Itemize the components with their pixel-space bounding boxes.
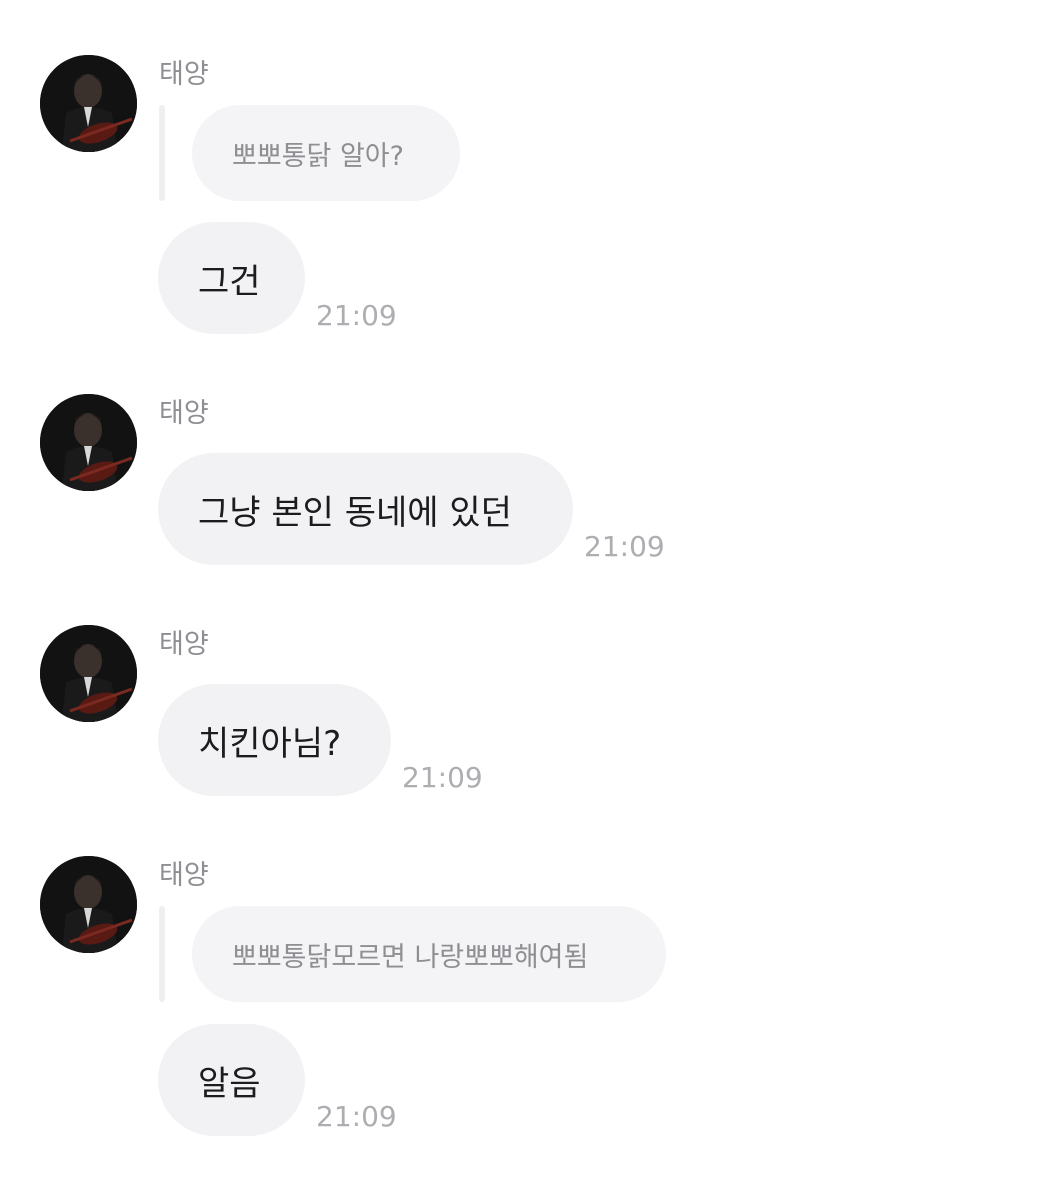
profile-photo-icon [40,55,137,152]
message-time: 21:09 [316,299,397,332]
avatar[interactable] [40,625,137,722]
quote-bar [159,906,165,1002]
message-group: 태양 그냥 본인 동네에 있던 21:09 [0,394,1057,574]
avatar[interactable] [40,856,137,953]
message-bubble[interactable]: 치킨아님? [158,684,391,796]
sender-name: 태양 [159,398,209,429]
avatar[interactable] [40,394,137,491]
profile-photo-icon [40,394,137,491]
message-group: 태양 뽀뽀통닭모르면 나랑뽀뽀해여됨 알음 21:09 [0,856,1057,1146]
message-group: 태양 치킨아님? 21:09 [0,625,1057,805]
message-bubble[interactable]: 알음 [158,1024,305,1136]
profile-photo-icon [40,856,137,953]
quoted-message[interactable]: 뽀뽀통닭모르면 나랑뽀뽀해여됨 [192,906,666,1002]
sender-name: 태양 [159,629,209,660]
quoted-message[interactable]: 뽀뽀통닭 알아? [192,105,460,201]
message-bubble[interactable]: 그건 [158,222,305,334]
profile-photo-icon [40,625,137,722]
quote-bar [159,105,165,201]
message-time: 21:09 [584,530,665,563]
message-bubble[interactable]: 그냥 본인 동네에 있던 [158,453,573,565]
sender-name: 태양 [159,59,209,90]
message-time: 21:09 [402,761,483,794]
avatar[interactable] [40,55,137,152]
message-time: 21:09 [316,1100,397,1133]
message-group: 태양 뽀뽀통닭 알아? 그건 21:09 [0,55,1057,340]
sender-name: 태양 [159,860,209,891]
